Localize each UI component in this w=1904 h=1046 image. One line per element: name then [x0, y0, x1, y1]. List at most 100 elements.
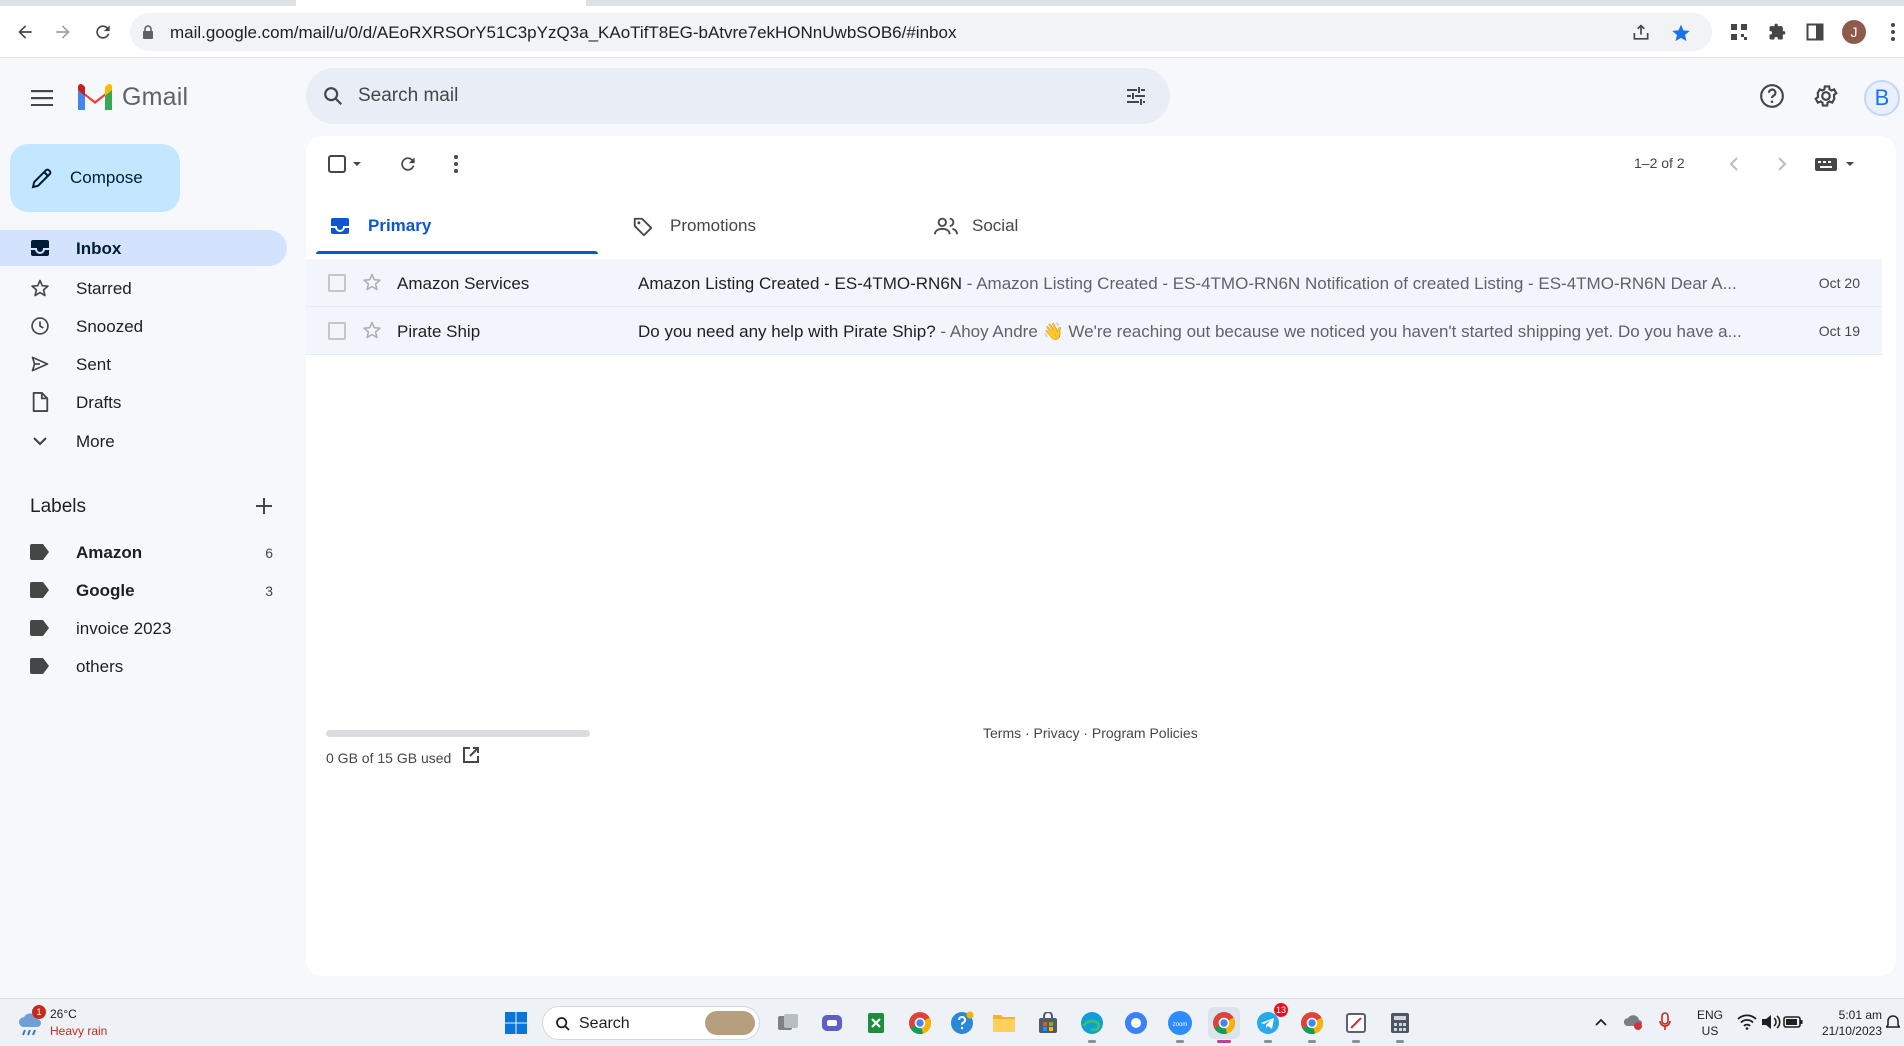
settings-button[interactable] [1810, 80, 1842, 112]
reload-button[interactable] [90, 19, 116, 45]
qr-extension-icon[interactable] [1726, 19, 1752, 45]
sidebar-item-snoozed[interactable]: Snoozed [0, 308, 287, 344]
older-button[interactable] [1770, 150, 1794, 178]
footer-links[interactable]: Terms · Privacy · Program Policies [983, 725, 1198, 741]
weather-widget[interactable]: 1 26°C Heavy rain [14, 1005, 164, 1041]
mail-date: Oct 19 [1818, 323, 1860, 339]
file-explorer-icon[interactable] [988, 1007, 1020, 1039]
extensions-puzzle-icon[interactable] [1764, 19, 1790, 45]
browser-tabstrip [0, 0, 1904, 6]
browser-menu-icon[interactable] [1880, 19, 1904, 45]
tab-social[interactable]: Social [920, 198, 1202, 254]
start-button[interactable] [500, 1007, 532, 1039]
label-item-google[interactable]: Google 3 [0, 572, 287, 608]
arrow-right-icon [56, 25, 70, 39]
telegram-app-icon[interactable]: 13 [1252, 1003, 1288, 1043]
sidebar-item-more[interactable]: More [0, 423, 287, 459]
labels-heading: Labels [30, 496, 86, 517]
task-view-icon[interactable] [772, 1007, 804, 1039]
compose-button[interactable]: Compose [10, 144, 180, 212]
show-hidden-icons-chevron-up-icon[interactable] [1590, 1011, 1612, 1033]
url-text[interactable]: mail.google.com/mail/u/0/d/AEoRXRSOrY51C… [170, 23, 956, 43]
address-bar[interactable]: mail.google.com/mail/u/0/d/AEoRXRSOrY51C… [130, 13, 1712, 51]
clock-time: 5:01 am [1838, 1008, 1882, 1022]
share-icon[interactable] [1630, 22, 1652, 44]
sidebar-item-drafts[interactable]: Drafts [0, 384, 287, 420]
search-input[interactable] [358, 78, 1058, 114]
arrow-left-icon [18, 25, 32, 39]
more-actions-button[interactable] [444, 150, 468, 178]
tab-primary[interactable]: Primary [316, 198, 598, 254]
taskbar-search[interactable]: Search [542, 1006, 760, 1040]
system-clock[interactable]: 5:01 am 21/10/2023 [1802, 1007, 1882, 1039]
row-checkbox[interactable] [328, 322, 346, 340]
category-tabs: Primary Promotions Social [316, 198, 1886, 254]
label-item-invoice-2023[interactable]: invoice 2023 [0, 610, 287, 646]
star-icon[interactable] [362, 320, 382, 340]
star-icon[interactable] [362, 272, 382, 292]
sheets-app-icon[interactable] [860, 1007, 892, 1039]
row-checkbox[interactable] [328, 274, 346, 292]
label-item-amazon[interactable]: Amazon 6 [0, 534, 287, 570]
search-icon[interactable] [322, 85, 344, 107]
sidebar-item-inbox[interactable]: Inbox [0, 230, 287, 266]
pencil-icon [30, 166, 54, 190]
help-icon [1760, 84, 1784, 108]
account-avatar[interactable]: B [1864, 80, 1900, 116]
people-icon [934, 216, 958, 236]
keyboard-icon [1815, 158, 1854, 171]
side-panel-icon[interactable] [1802, 19, 1828, 45]
store-app-icon[interactable] [1032, 1007, 1064, 1039]
back-button[interactable] [12, 19, 38, 45]
pagination-text[interactable]: 1–2 of 2 [1634, 155, 1685, 171]
open-storage-icon[interactable] [462, 746, 480, 764]
search-bar[interactable] [306, 68, 1170, 124]
bookmark-star-icon[interactable] [1670, 22, 1692, 44]
browser-tab-active[interactable] [296, 0, 586, 6]
gmail-logo[interactable]: Gmail [76, 82, 188, 112]
sidebar-item-label: Starred [76, 279, 132, 298]
messenger-app-icon[interactable] [1120, 1007, 1152, 1039]
tag-icon [632, 216, 654, 238]
running-indicator [1352, 1040, 1360, 1043]
notifications-icon[interactable] [1884, 1011, 1902, 1033]
sidebar-item-sent[interactable]: Sent [0, 346, 287, 382]
select-all-dropdown[interactable] [326, 150, 366, 178]
chrome-profile-app-icon[interactable] [1296, 1007, 1328, 1043]
wifi-icon[interactable] [1736, 1011, 1758, 1033]
snipping-tool-icon[interactable] [1340, 1007, 1372, 1043]
gmail-wordmark: Gmail [122, 82, 189, 111]
mail-row[interactable]: Pirate Ship Do you need any help with Pi… [306, 307, 1882, 355]
tab-promotions[interactable]: Promotions [618, 198, 900, 254]
chrome-app-icon[interactable] [904, 1007, 936, 1039]
volume-icon[interactable] [1760, 1011, 1782, 1033]
chrome-active-app-icon[interactable] [1208, 1007, 1240, 1043]
running-indicator [1217, 1040, 1231, 1043]
refresh-button[interactable] [394, 150, 422, 178]
help-app-icon[interactable] [946, 1007, 978, 1039]
search-options-icon[interactable] [1124, 84, 1148, 108]
teams-chat-icon[interactable] [816, 1007, 848, 1039]
label-item-others[interactable]: others [0, 648, 287, 684]
create-label-button[interactable] [252, 494, 276, 518]
zoom-app-icon[interactable]: zoom [1164, 1007, 1196, 1043]
battery-icon[interactable] [1782, 1011, 1804, 1033]
edge-app-icon[interactable] [1076, 1007, 1108, 1043]
mail-row[interactable]: Amazon Services Amazon Listing Created -… [306, 259, 1882, 307]
main-menu-button[interactable] [28, 84, 56, 112]
input-language-indicator[interactable]: ENG US [1690, 1007, 1730, 1039]
support-button[interactable] [1756, 80, 1788, 112]
forward-button[interactable] [50, 19, 76, 45]
os-taskbar: 1 26°C Heavy rain Search zoom 13 ENG US … [0, 998, 1904, 1046]
mail-snippet: - Ahoy Andre 👋 We're reaching out becaus… [935, 322, 1742, 341]
input-tools-button[interactable] [1814, 150, 1860, 178]
newer-button[interactable] [1722, 150, 1746, 178]
browser-toolbar: mail.google.com/mail/u/0/d/AEoRXRSOrY51C… [0, 0, 1904, 58]
browser-profile-avatar[interactable]: J [1842, 20, 1866, 44]
onedrive-error-icon[interactable] [1622, 1011, 1644, 1033]
microphone-icon[interactable] [1654, 1011, 1676, 1033]
calculator-app-icon[interactable] [1384, 1007, 1416, 1043]
sidebar-item-starred[interactable]: Starred [0, 270, 287, 306]
tab-label: Promotions [670, 216, 756, 235]
running-indicator [1308, 1040, 1316, 1043]
